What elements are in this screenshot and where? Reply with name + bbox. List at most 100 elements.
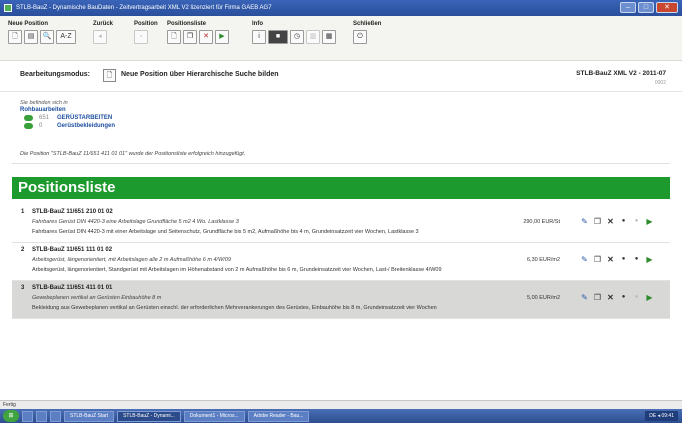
version-label: STLB-BauZ XML V2 - 2011-07	[576, 70, 666, 77]
breadcrumb-item-number: 0	[39, 123, 43, 129]
position-actions: ✎ ❐ ✕ ● ● ▶	[580, 217, 654, 226]
list-new-button[interactable]: 🗋	[167, 30, 181, 44]
delete-icon[interactable]: ✕	[606, 255, 615, 264]
export-icon[interactable]: ▶	[645, 217, 654, 226]
new-position-folder-button[interactable]: ▤	[24, 30, 38, 44]
breadcrumb: Sie befinden sich in Rohbauarbeiten 651 …	[20, 100, 660, 129]
toolbar-button-row: i ■ ◷ ▥ ▦	[252, 30, 336, 44]
quicklaunch-icon[interactable]	[36, 410, 47, 422]
list-export-button[interactable]: ▶	[215, 30, 229, 44]
copy-icon[interactable]: ❐	[593, 217, 602, 226]
close-window-button[interactable]: ✕	[656, 2, 678, 13]
list-delete-button[interactable]: ✕	[199, 30, 213, 44]
taskbar: ⊞ STLB-BauZ Start STLB-BauZ - Dynami... Do…	[0, 409, 682, 423]
breadcrumb-item[interactable]: 651 GERÜSTARBEITEN	[20, 115, 660, 121]
position-index: 2	[21, 247, 25, 253]
breadcrumb-item-number: 651	[39, 115, 50, 121]
edit-icon[interactable]: ✎	[580, 217, 589, 226]
toolbar-group-label: Zurück	[93, 21, 114, 27]
back-button[interactable]: ◂	[93, 30, 107, 44]
system-tray: DE ◂ 09:41	[645, 411, 678, 421]
mode-value: Neue Position über Hierarchische Suche b…	[121, 71, 279, 78]
info-button[interactable]: i	[252, 30, 266, 44]
toolbar-group-label: Info	[252, 21, 263, 27]
position-code: STLB-BauZ 11/651 210 01 02	[32, 209, 113, 215]
position-price: 290,00 EUR/St	[523, 219, 560, 225]
toolbar-button-row: 🗋 ▤ 🔍 A-Z	[8, 30, 76, 44]
position-actions: ✎ ❐ ✕ ● ● ▶	[580, 293, 654, 302]
toolbar-button-row: ▫	[134, 30, 158, 44]
status-message: Die Position "STLB-BauZ 11/651 411 01 01…	[20, 151, 246, 157]
move-up-icon[interactable]: ●	[619, 293, 628, 302]
mode-label: Bearbeitungsmodus:	[20, 71, 91, 78]
position-price: 6,30 EUR/m2	[526, 257, 560, 263]
quicklaunch-icon[interactable]	[50, 410, 61, 422]
toolbar-button-row: ◂	[93, 30, 113, 44]
list-copy-button[interactable]: ❐	[183, 30, 197, 44]
breadcrumb-item[interactable]: 0 Gerüstbekleidungen	[20, 123, 660, 129]
move-down-icon[interactable]: ●	[632, 293, 641, 302]
toolbar-group-label: Position	[134, 21, 158, 27]
move-up-icon[interactable]: ●	[619, 217, 628, 226]
version-sub-label: 0002	[654, 80, 666, 86]
window-title: STLB-BauZ - Dynamische BauDaten - Zeitve…	[16, 5, 272, 11]
position-price: 5,00 EUR/m2	[526, 295, 560, 301]
taskbar-item[interactable]: STLB-BauZ - Dynami...	[117, 410, 181, 422]
position-long-text: Bekleidung aus Gewebeplanen vertikal an …	[32, 305, 437, 311]
position-long-text: Arbeitsgerüst, längenorientiert, Standge…	[32, 267, 442, 273]
window-controls: – □ ✕	[620, 2, 678, 13]
status-bar: Fertig	[0, 400, 682, 409]
app-icon	[4, 4, 12, 12]
info-clock-button[interactable]: ◷	[290, 30, 304, 44]
positions-list: 1 STLB-BauZ 11/651 210 01 02 Fahrbares Ger…	[12, 205, 670, 319]
delete-icon[interactable]: ✕	[606, 217, 615, 226]
quicklaunch-icon[interactable]	[22, 410, 33, 422]
move-down-icon[interactable]: ●	[632, 255, 641, 264]
breadcrumb-root-link[interactable]: Rohbauarbeiten	[20, 107, 660, 113]
breadcrumb-item-title[interactable]: GERÜSTARBEITEN	[57, 115, 112, 121]
close-app-button[interactable]: ⏻	[353, 30, 367, 44]
list-item[interactable]: 2 STLB-BauZ 11/651 111 01 02 Arbeitsgerüst…	[12, 243, 670, 281]
window-titlebar: STLB-BauZ - Dynamische BauDaten - Zeitve…	[0, 0, 682, 16]
tree-node-icon	[24, 123, 33, 129]
minimize-button[interactable]: –	[620, 2, 636, 13]
position-short-text: Fahrbares Gerüst DIN 4420-3 eine Arbeits…	[32, 219, 239, 225]
copy-icon[interactable]: ❐	[593, 255, 602, 264]
toolbar-group-label: Schließen	[353, 21, 382, 27]
start-button[interactable]: ⊞	[3, 410, 19, 422]
toolbar-group-info: Info i ■ ◷ ▥ ▦	[252, 21, 336, 44]
move-down-icon[interactable]: ●	[632, 217, 641, 226]
mode-document-button[interactable]: 🗋	[103, 69, 116, 82]
toolbar-group-neue-position: Neue Position 🗋 ▤ 🔍 A-Z	[8, 21, 76, 44]
move-up-icon[interactable]: ●	[619, 255, 628, 264]
position-long-text: Fahrbares Gerüst DIN 4420-3 mit einer Ar…	[32, 229, 419, 235]
delete-icon[interactable]: ✕	[606, 293, 615, 302]
divider	[12, 163, 670, 164]
toolbar-group-schliessen: Schließen ⏻	[353, 21, 381, 44]
position-index: 3	[21, 285, 25, 291]
info-dark-button[interactable]: ■	[268, 30, 288, 44]
breadcrumb-item-title[interactable]: Gerüstbekleidungen	[57, 123, 115, 129]
copy-icon[interactable]: ❐	[593, 293, 602, 302]
export-icon[interactable]: ▶	[645, 255, 654, 264]
export-icon[interactable]: ▶	[645, 293, 654, 302]
info-calendar-button[interactable]: ▦	[322, 30, 336, 44]
position-short-text: Gewebeplanen vertikal an Gerüsten Einbau…	[32, 295, 162, 301]
info-chart-button[interactable]: ▥	[306, 30, 320, 44]
new-position-search-button[interactable]: 🔍	[40, 30, 54, 44]
new-position-button[interactable]: 🗋	[8, 30, 22, 44]
edit-icon[interactable]: ✎	[580, 293, 589, 302]
list-item[interactable]: 3 STLB-BauZ 11/651 411 01 01 Gewebeplanen …	[12, 281, 670, 319]
position-button[interactable]: ▫	[134, 30, 148, 44]
maximize-button[interactable]: □	[638, 2, 654, 13]
position-actions: ✎ ❐ ✕ ● ● ▶	[580, 255, 654, 264]
list-item[interactable]: 1 STLB-BauZ 11/651 210 01 02 Fahrbares Ger…	[12, 205, 670, 243]
position-short-text: Arbeitsgerüst, längenorientiert, mit Arb…	[32, 257, 231, 263]
edit-icon[interactable]: ✎	[580, 255, 589, 264]
new-position-az-button[interactable]: A-Z	[56, 30, 76, 44]
taskbar-item[interactable]: Dokument1 - Micros...	[183, 410, 245, 422]
breadcrumb-intro: Sie befinden sich in	[20, 100, 68, 106]
taskbar-item[interactable]: STLB-BauZ Start	[64, 410, 115, 422]
taskbar-item[interactable]: Adobe Reader - Bau...	[247, 410, 310, 422]
position-index: 1	[21, 209, 25, 215]
